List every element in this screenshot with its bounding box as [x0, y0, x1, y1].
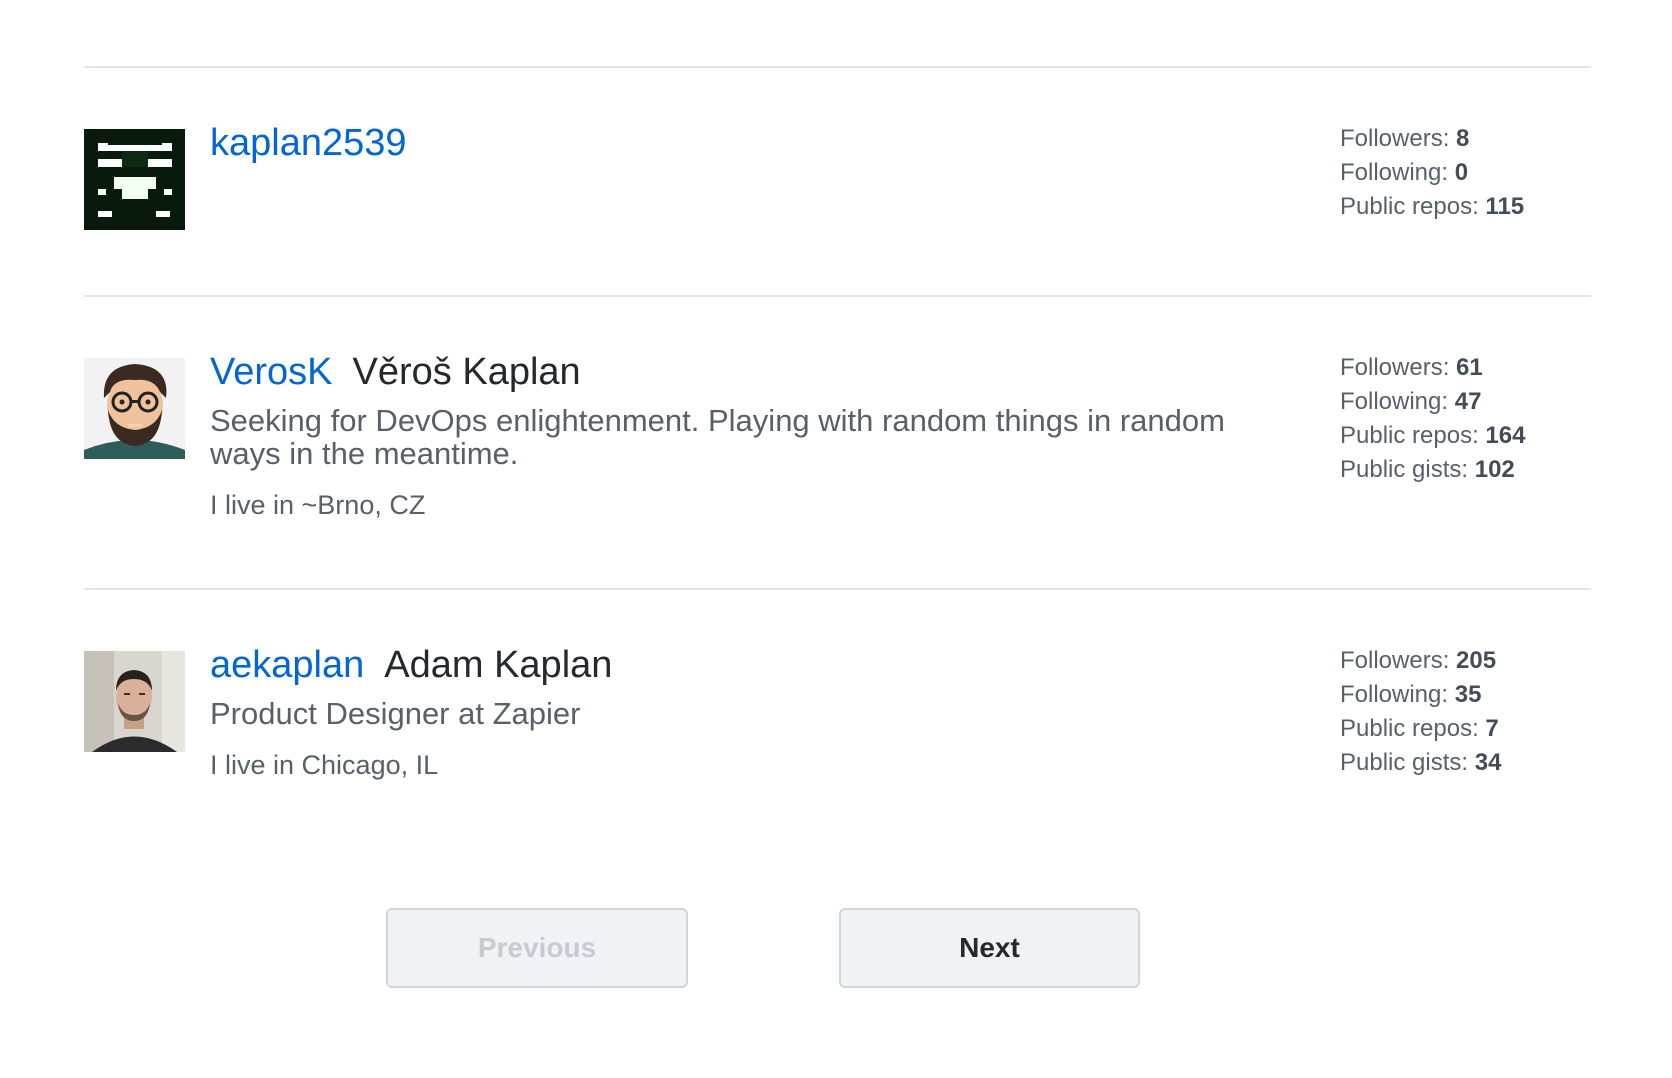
stat-followers: Followers: 205	[1340, 644, 1501, 678]
stat-label: Followers:	[1340, 125, 1450, 152]
stat-following: Following: 0	[1340, 156, 1524, 190]
pagination: Previous Next	[0, 908, 1672, 988]
stat-label: Public repos:	[1340, 193, 1479, 220]
stat-value: 61	[1456, 354, 1483, 381]
user-list: kaplan2539 Followers: 8 Following: 0 Pub…	[84, 66, 1591, 850]
user-bio: Seeking for DevOps enlightenment. Playin…	[210, 403, 1225, 471]
list-item: VerosK Věroš Kaplan Seeking for DevOps e…	[84, 297, 1591, 590]
stat-value: 7	[1485, 715, 1499, 742]
user-names: aekaplan Adam Kaplan	[210, 644, 1360, 696]
photo-avatar-image	[84, 651, 185, 752]
user-info: kaplan2539	[210, 122, 1360, 174]
stat-value: 115	[1485, 193, 1525, 220]
stat-value: 102	[1474, 456, 1515, 483]
stat-following: Following: 35	[1340, 678, 1501, 712]
stat-label: Following:	[1340, 388, 1449, 415]
user-full-name: Věroš Kaplan	[352, 351, 581, 393]
list-item: aekaplan Adam Kaplan Product Designer at…	[84, 590, 1591, 850]
stat-label: Public repos:	[1340, 715, 1479, 742]
stat-value: 205	[1456, 647, 1497, 674]
stat-followers: Followers: 61	[1340, 351, 1525, 385]
avatar[interactable]	[84, 129, 185, 230]
avatar[interactable]	[84, 358, 185, 459]
stat-value: 164	[1485, 422, 1526, 449]
user-login-link[interactable]: aekaplan	[210, 644, 364, 687]
user-stats: Followers: 205 Following: 35 Public repo…	[1340, 644, 1501, 780]
stat-public-repos: Public repos: 115	[1340, 190, 1524, 224]
list-item: kaplan2539 Followers: 8 Following: 0 Pub…	[84, 68, 1591, 297]
next-button[interactable]: Next	[839, 908, 1140, 988]
cartoon-avatar-image	[84, 358, 185, 459]
user-info: VerosK Věroš Kaplan Seeking for DevOps e…	[210, 351, 1360, 521]
user-location: I live in ~Brno, CZ	[210, 490, 426, 520]
stat-label: Followers:	[1340, 647, 1450, 674]
stat-public-repos: Public repos: 7	[1340, 712, 1501, 746]
user-location: I live in Chicago, IL	[210, 750, 439, 780]
user-info: aekaplan Adam Kaplan Product Designer at…	[210, 644, 1360, 781]
user-stats: Followers: 61 Following: 47 Public repos…	[1340, 351, 1525, 487]
user-bio: Product Designer at Zapier	[210, 696, 581, 731]
stat-following: Following: 47	[1340, 385, 1525, 419]
user-names: VerosK Věroš Kaplan	[210, 351, 1360, 403]
user-login-link[interactable]: kaplan2539	[210, 122, 407, 165]
stat-value: 34	[1474, 749, 1502, 776]
stat-label: Following:	[1340, 681, 1449, 708]
previous-button[interactable]: Previous	[386, 908, 688, 988]
stat-followers: Followers: 8	[1340, 122, 1524, 156]
stat-value: 0	[1454, 159, 1469, 186]
stat-public-gists: Public gists: 34	[1340, 746, 1501, 780]
avatar[interactable]	[84, 651, 185, 752]
user-login-link[interactable]: VerosK	[210, 351, 333, 394]
stat-value: 35	[1454, 681, 1482, 708]
stat-label: Following:	[1340, 159, 1449, 186]
stat-public-repos: Public repos: 164	[1340, 419, 1525, 453]
stat-label: Followers:	[1340, 354, 1450, 381]
stat-label: Public repos:	[1340, 422, 1479, 449]
user-full-name: Adam Kaplan	[384, 644, 613, 686]
stat-public-gists: Public gists: 102	[1340, 453, 1525, 487]
stat-label: Public gists:	[1340, 456, 1469, 483]
stat-value: 8	[1456, 125, 1470, 152]
stat-label: Public gists:	[1340, 749, 1469, 776]
stat-value: 47	[1454, 388, 1482, 415]
user-stats: Followers: 8 Following: 0 Public repos: …	[1340, 122, 1524, 224]
identicon-image	[84, 129, 185, 230]
user-names: kaplan2539	[210, 122, 1360, 174]
